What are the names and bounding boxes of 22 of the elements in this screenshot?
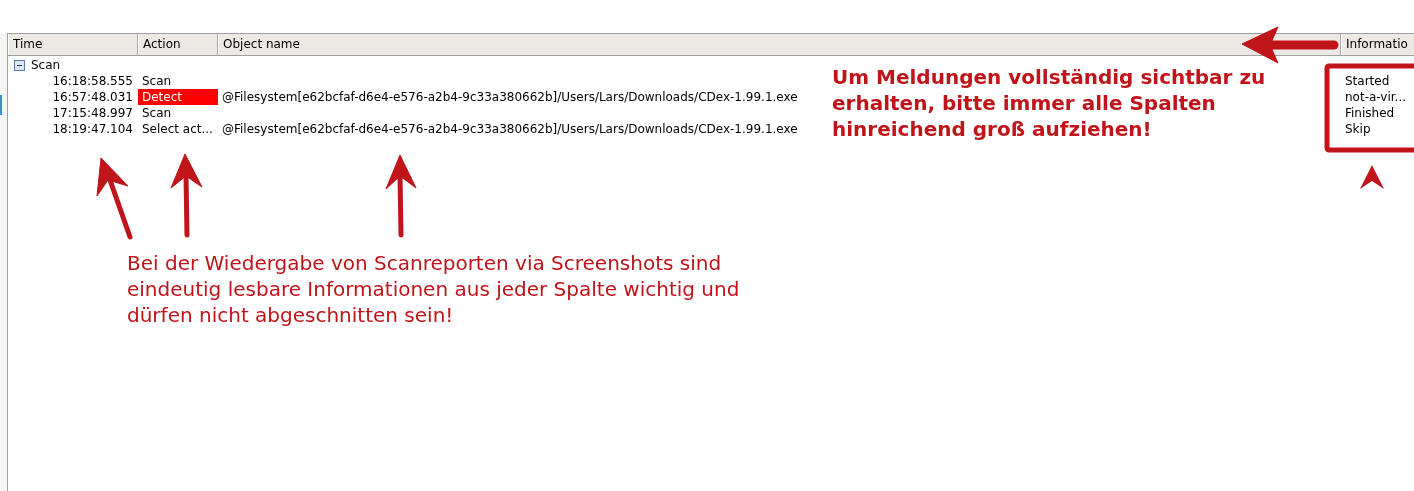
column-header[interactable]: Action xyxy=(138,34,218,55)
action-cell-text: Scan xyxy=(141,105,173,121)
information-cell: Finished xyxy=(1345,106,1395,120)
annotation-note: Bei der Wiedergabe von Scanreporten via Screenshots sind eindeutig lesbare Informationen aus jeder Spalte wichtig und dürfen nicht abgeschnitten sein! xyxy=(127,250,741,328)
object-name-cell: @Filesystem[e62bcfaf-d6e4-e576-a2b4-9c33a380662b]/Users/Lars/Downloads/CDex-1.99.1.exe xyxy=(222,122,798,136)
time-cell: 16:18:58.555 xyxy=(52,73,133,89)
collapse-toggle[interactable] xyxy=(14,59,25,71)
column-header[interactable]: Informatio xyxy=(1341,34,1414,55)
action-cell-text: Select act... xyxy=(141,121,214,137)
group-label[interactable]: Scan xyxy=(31,56,61,74)
information-cell: not-a-vir... xyxy=(1345,90,1407,104)
action-cell: Detect xyxy=(138,89,218,105)
up-arrowhead-icon xyxy=(1360,165,1384,189)
time-cell: 17:15:48.997 xyxy=(52,105,133,121)
time-cell: 16:57:48.031 xyxy=(52,89,133,105)
information-cell: Started xyxy=(1345,74,1390,88)
column-header[interactable]: Time xyxy=(8,34,138,55)
object-name-cell: @Filesystem[e62bcfaf-d6e4-e576-a2b4-9c33a380662b]/Users/Lars/Downloads/CDex-1.99.1.exe xyxy=(222,90,798,104)
information-cell: Skip xyxy=(1345,122,1371,136)
time-cell: 18:19:47.104 xyxy=(52,121,133,137)
action-cell-text: Scan xyxy=(141,73,173,89)
annotation-note: Um Meldungen vollständig sichtbar zu erhalten, bitte immer alle Spalten hinreichend groß aufziehen! xyxy=(832,64,1267,142)
